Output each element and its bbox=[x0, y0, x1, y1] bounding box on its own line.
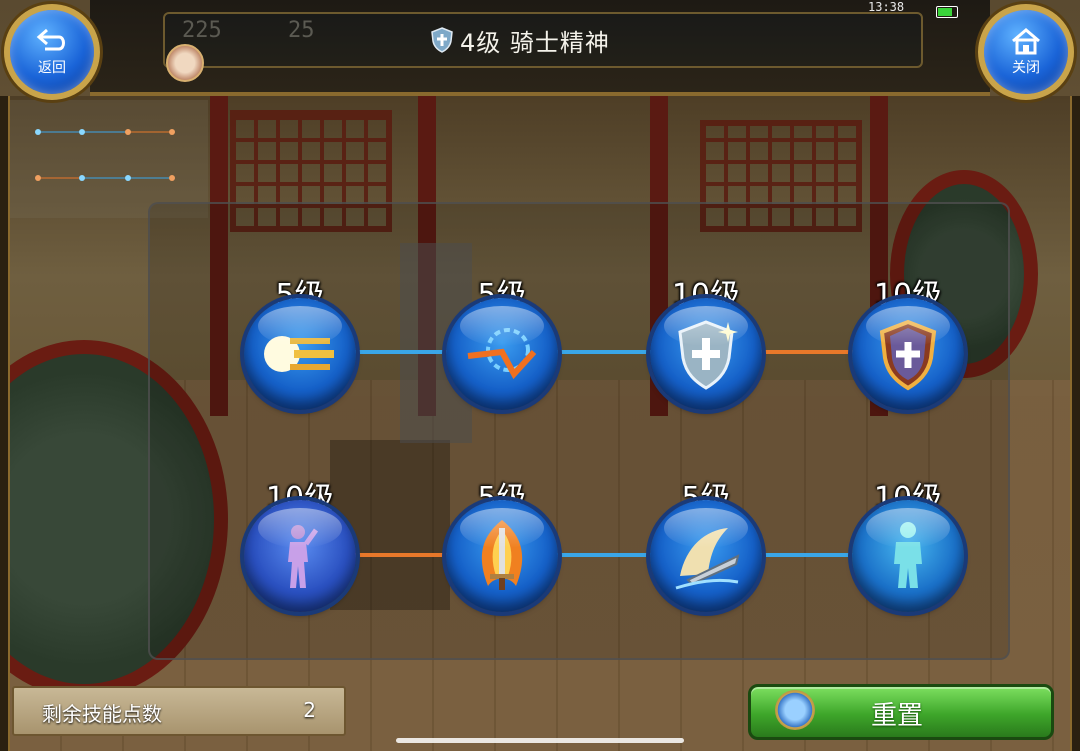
status-clock: 13:38 bbox=[868, 0, 905, 14]
minimap-path bbox=[35, 129, 175, 181]
remaining-points-value: 2 bbox=[303, 698, 316, 722]
skill-node-holy-shield[interactable] bbox=[650, 298, 762, 410]
home-indicator[interactable] bbox=[396, 738, 684, 743]
gift-icon[interactable] bbox=[166, 44, 204, 82]
battery-icon bbox=[936, 6, 958, 18]
ghost-stat: 25 bbox=[288, 18, 315, 43]
back-label: 返回 bbox=[38, 60, 66, 76]
reset-button[interactable]: 重置 bbox=[748, 684, 1054, 740]
minimap bbox=[10, 100, 208, 218]
close-label: 关闭 bbox=[1012, 60, 1040, 76]
close-button[interactable]: 关闭 bbox=[978, 4, 1074, 100]
title-text: 4级 骑士精神 bbox=[460, 28, 610, 57]
ghost-stat: 225 bbox=[182, 18, 222, 43]
skill-node-wind-blade[interactable] bbox=[650, 500, 762, 612]
back-arrow-icon bbox=[36, 28, 65, 51]
skill-node-flame-sword[interactable] bbox=[446, 500, 558, 612]
skill-node-whirl[interactable] bbox=[446, 298, 558, 410]
skill-node-fire-shield[interactable] bbox=[852, 298, 964, 410]
skill-node-purple-figure[interactable] bbox=[244, 500, 356, 612]
remaining-points-label: 剩余技能点数 bbox=[42, 702, 162, 726]
page-title: 4级 骑士精神 bbox=[430, 24, 610, 57]
back-button[interactable]: 返回 bbox=[4, 4, 100, 100]
skill-node-dash[interactable] bbox=[244, 298, 356, 410]
skill-node-ice-figure[interactable] bbox=[852, 500, 964, 612]
remaining-points-box: 剩余技能点数 2 bbox=[12, 686, 346, 736]
frame-border-right bbox=[1070, 96, 1080, 751]
frame-border-left bbox=[0, 96, 10, 751]
reset-emblem-icon bbox=[775, 690, 815, 730]
home-icon bbox=[1012, 28, 1040, 55]
shield-icon bbox=[431, 27, 453, 53]
reset-label: 重置 bbox=[871, 701, 924, 731]
